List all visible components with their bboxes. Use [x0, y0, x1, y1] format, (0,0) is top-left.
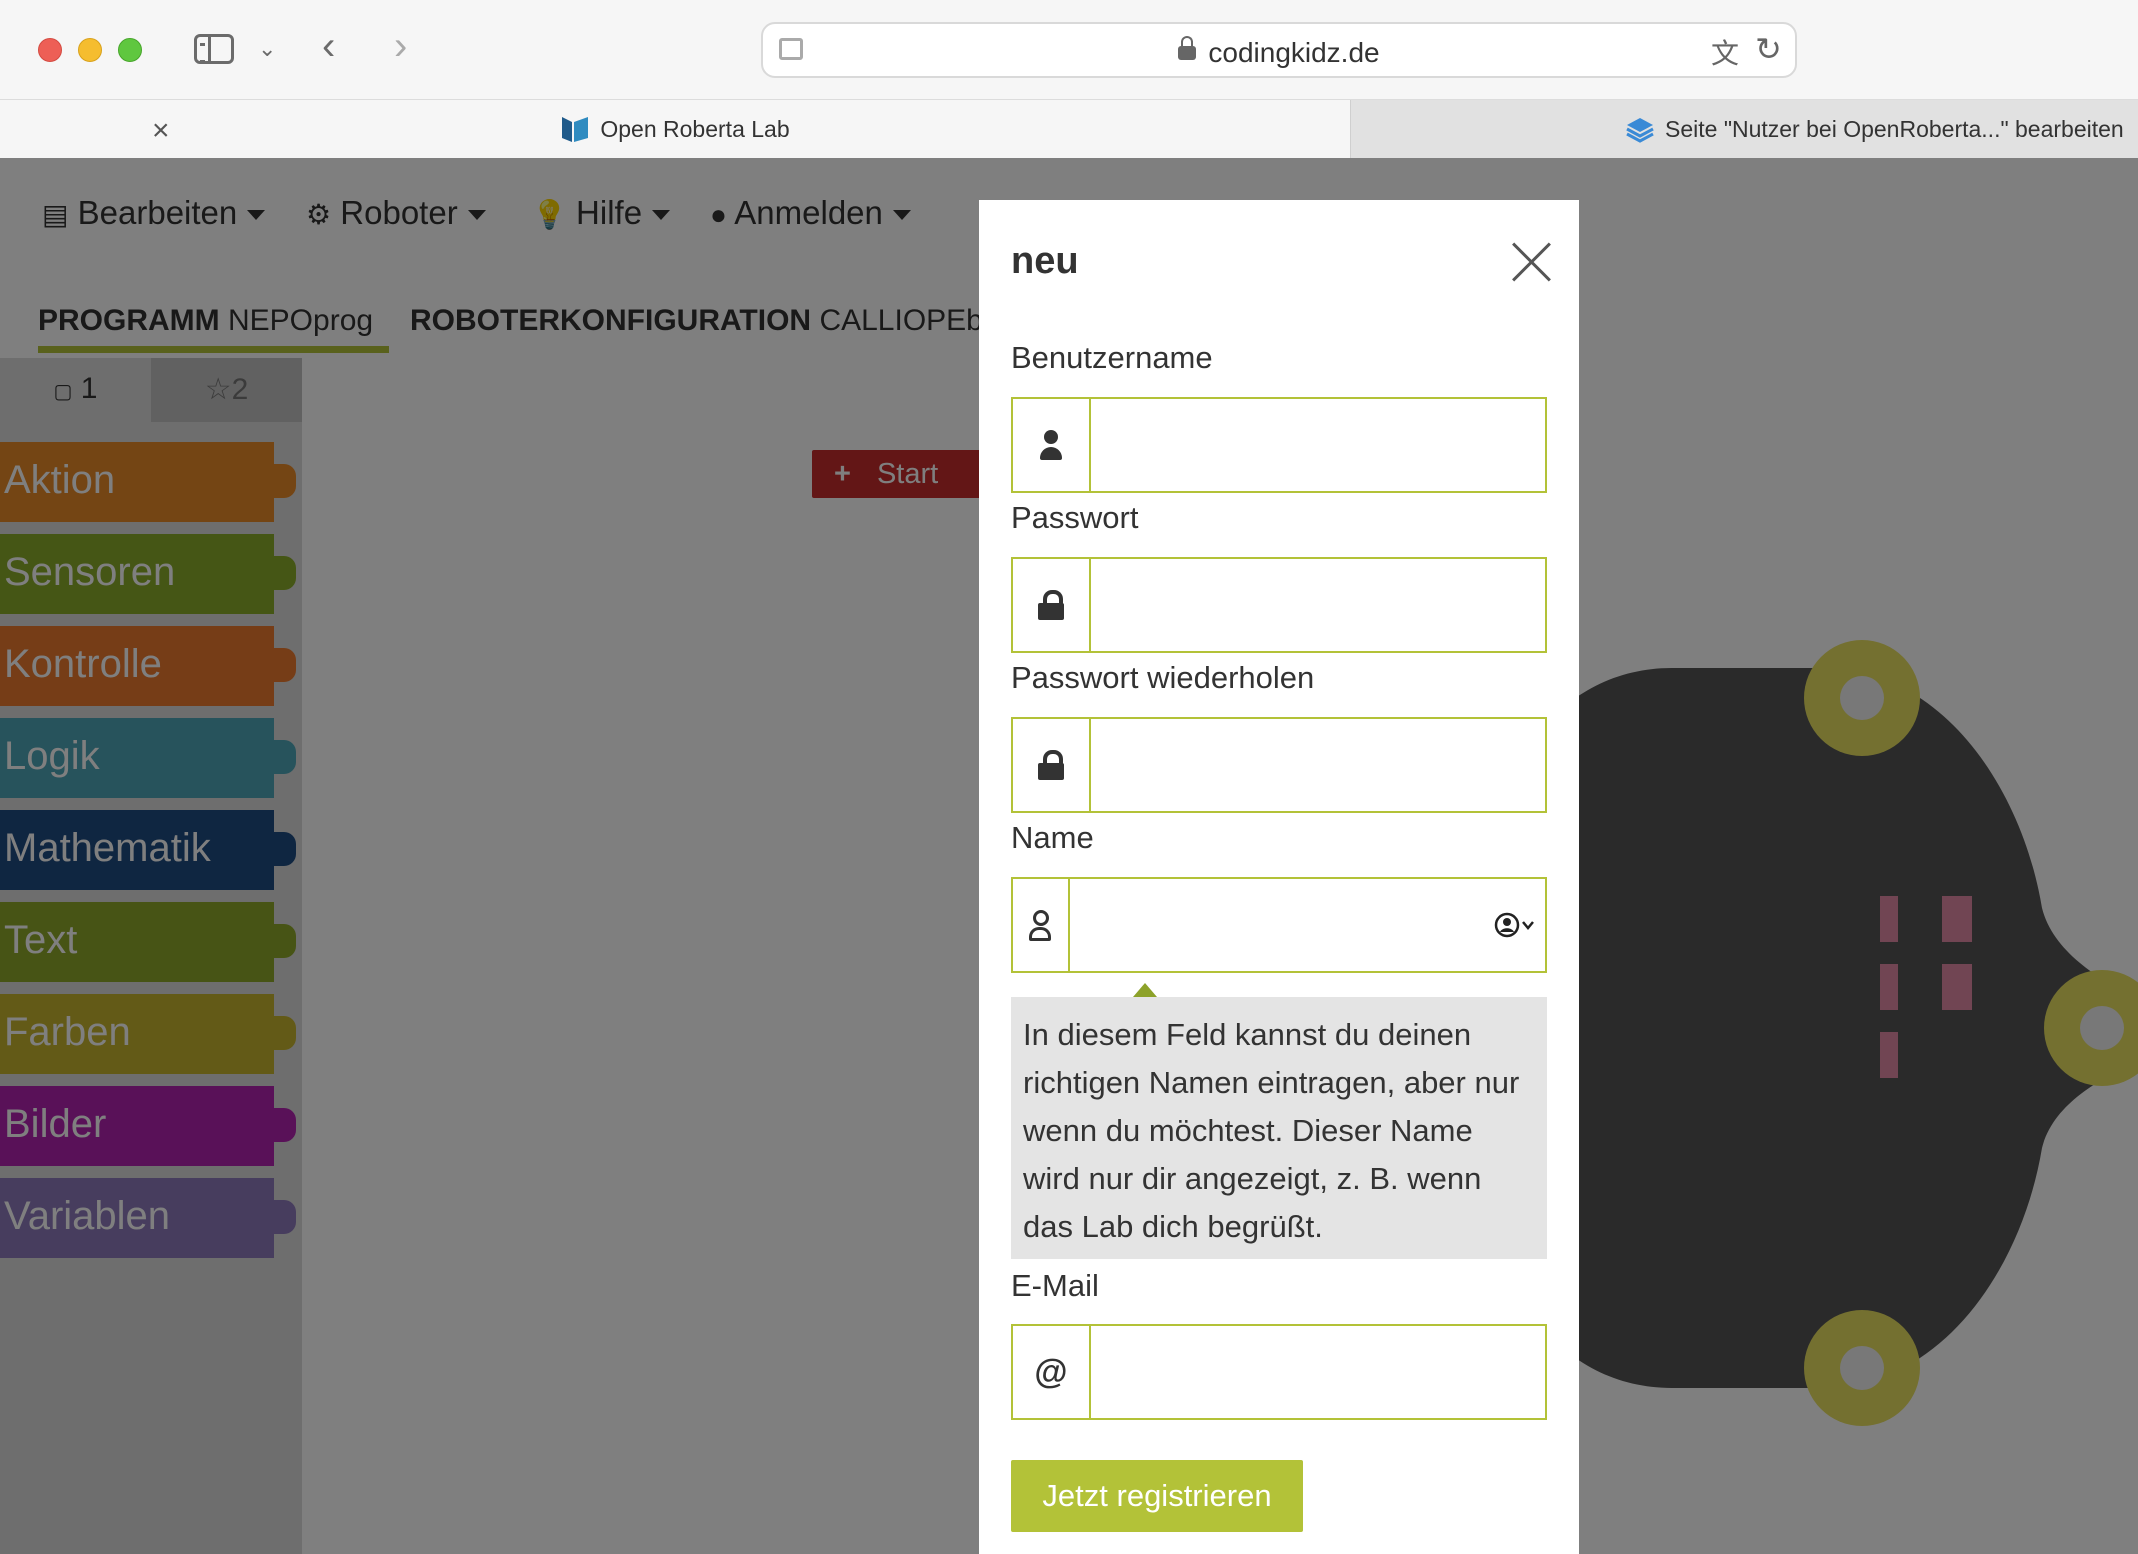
minimize-window-button[interactable]: [78, 38, 102, 62]
username-label: Benutzername: [1011, 340, 1213, 375]
tab-open-roberta[interactable]: × Open Roberta Lab: [0, 100, 1350, 158]
user-icon: [1040, 430, 1062, 460]
close-icon[interactable]: [1511, 242, 1551, 282]
email-label: E-Mail: [1011, 1268, 1099, 1303]
zoom-window-button[interactable]: [118, 38, 142, 62]
user-outline-icon: [1029, 910, 1052, 941]
password-repeat-input[interactable]: [1091, 719, 1545, 811]
username-input[interactable]: [1091, 399, 1545, 491]
forward-icon[interactable]: ›: [394, 26, 407, 66]
chevron-down-icon[interactable]: ⌄: [258, 38, 276, 60]
modal-title: neu: [1011, 240, 1079, 282]
tab-title: Open Roberta Lab: [600, 116, 790, 143]
tab-title: Seite "Nutzer bei OpenRoberta..." bearbe…: [1665, 116, 2124, 143]
roberta-favicon-icon: [562, 117, 589, 142]
hint-arrow: [1133, 983, 1157, 997]
password-repeat-group: [1011, 717, 1547, 813]
password-input[interactable]: [1091, 559, 1545, 651]
password-repeat-label: Passwort wiederholen: [1011, 660, 1315, 695]
name-input[interactable]: [1069, 879, 1488, 971]
contact-card-icon: [1495, 912, 1535, 938]
at-icon: @: [1034, 1352, 1068, 1391]
lock-icon: [1038, 590, 1064, 620]
password-group: [1011, 557, 1547, 653]
name-hint-popover: In diesem Feld kannst du deinen richtige…: [1011, 997, 1547, 1259]
name-label: Name: [1011, 820, 1094, 855]
translate-icon[interactable]: 文: [1711, 32, 1739, 72]
layers-icon: [1626, 118, 1654, 143]
sidebar-toggle-icon[interactable]: [194, 34, 234, 64]
address-bar[interactable]: codingkidz.de 文 ↻: [761, 22, 1797, 78]
email-group: @: [1011, 1324, 1547, 1420]
tab-edit-page[interactable]: Seite "Nutzer bei OpenRoberta..." bearbe…: [1350, 100, 2138, 158]
close-window-button[interactable]: [38, 38, 62, 62]
username-group: [1011, 397, 1547, 493]
password-label: Passwort: [1011, 500, 1139, 535]
tab-bar: × Open Roberta Lab Seite "Nutzer bei Ope…: [0, 100, 2138, 158]
reload-icon[interactable]: ↻: [1755, 30, 1782, 68]
close-tab-icon[interactable]: ×: [152, 114, 170, 148]
back-icon[interactable]: ‹: [322, 26, 335, 66]
lock-icon: [1038, 750, 1064, 780]
register-modal: neu Benutzername Passwort Passwort wiede…: [979, 200, 1579, 1554]
lock-icon: [1178, 35, 1197, 60]
name-group: [1011, 877, 1547, 973]
email-input[interactable]: [1091, 1326, 1545, 1418]
register-button[interactable]: Jetzt registrieren: [1011, 1460, 1303, 1532]
browser-toolbar: ⌄ ‹ › codingkidz.de 文 ↻: [0, 0, 2138, 100]
url-text: codingkidz.de: [1208, 37, 1380, 68]
autofill-contact-icon[interactable]: [1488, 879, 1545, 971]
